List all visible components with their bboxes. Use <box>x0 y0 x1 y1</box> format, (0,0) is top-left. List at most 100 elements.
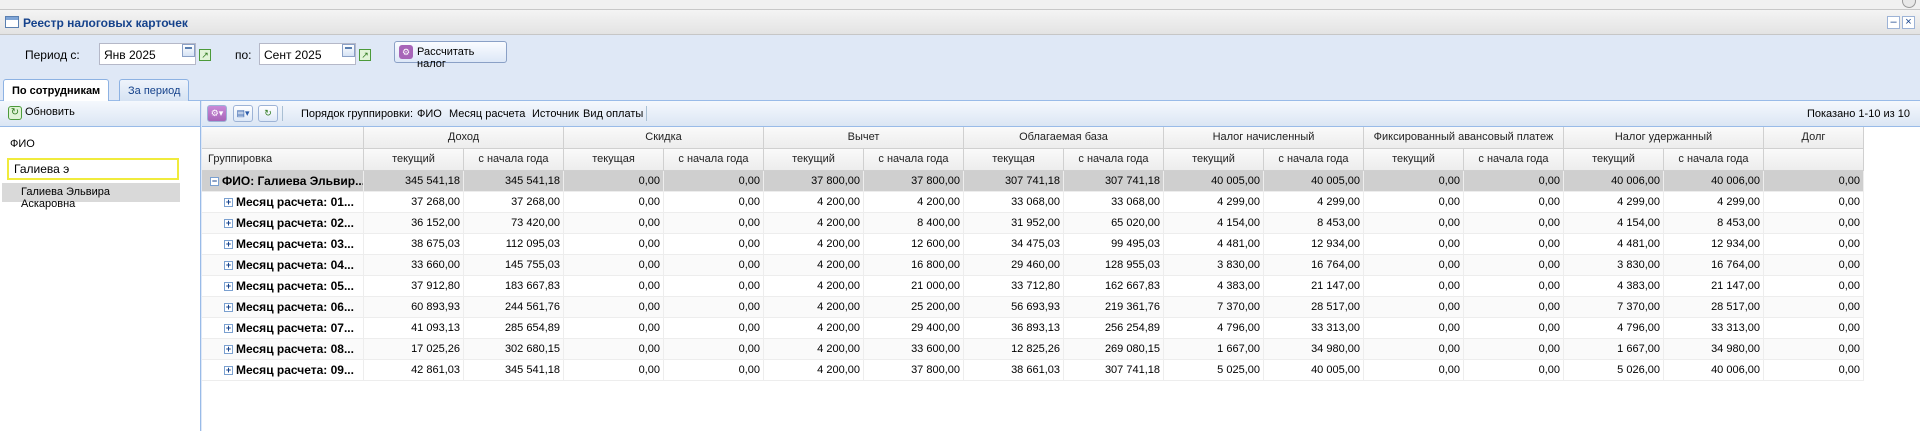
grouping-cell[interactable]: + Месяц расчета: 04... <box>202 255 364 275</box>
grid-toolbar: ⚙▾ ▤▾ ↻ Порядок группировки: ФИО Месяц р… <box>202 101 1920 127</box>
value-cell: 219 361,76 <box>1064 297 1164 317</box>
expand-plus-icon[interactable]: + <box>224 240 233 249</box>
grouping-label: Месяц расчета: 09... <box>236 363 354 377</box>
value-cell: 0,00 <box>1464 318 1564 338</box>
subheader-ytd[interactable]: с начала года <box>1264 149 1364 171</box>
browser-control-icon[interactable] <box>1902 0 1916 8</box>
subheader-ytd[interactable]: с начала года <box>1064 149 1164 171</box>
expand-plus-icon[interactable]: + <box>224 303 233 312</box>
grouping-cell[interactable]: + Месяц расчета: 01... <box>202 192 364 212</box>
calendar-icon[interactable] <box>182 44 195 57</box>
grouping-chip-payment-type[interactable]: Вид оплаты <box>583 108 643 120</box>
value-cell: 8 400,00 <box>864 213 964 233</box>
value-cell: 4 299,00 <box>1264 192 1364 212</box>
value-cell: 60 893,93 <box>364 297 464 317</box>
calendar-pick-icon[interactable]: ↗ <box>359 49 371 61</box>
subheader-ytd[interactable]: с начала года <box>1464 149 1564 171</box>
subheader-current[interactable]: текущая <box>564 149 664 171</box>
grouping-cell[interactable]: − ФИО: Галиева Эльвир... <box>202 171 364 191</box>
table-row[interactable]: + Месяц расчета: 01... 37 268,00 37 268,00 0… <box>202 192 1864 213</box>
value-cell: 37 268,00 <box>464 192 564 212</box>
expand-plus-icon[interactable]: + <box>224 261 233 270</box>
calculate-tax-button[interactable]: ⚙ Рассчитать налог <box>394 41 507 70</box>
value-cell: 37 800,00 <box>864 171 964 191</box>
grouping-chip-source[interactable]: Источник <box>532 108 579 120</box>
table-row[interactable]: + Месяц расчета: 05... 37 912,80 183 667,83… <box>202 276 1864 297</box>
header-deduction[interactable]: Вычет <box>764 127 964 149</box>
subheader-ytd[interactable]: с начала года <box>464 149 564 171</box>
subheader-current[interactable]: текущий <box>1564 149 1664 171</box>
expand-plus-icon[interactable]: + <box>224 324 233 333</box>
tab-by-employees[interactable]: По сотрудникам <box>3 79 110 102</box>
value-cell: 41 093,13 <box>364 318 464 338</box>
value-cell: 65 020,00 <box>1064 213 1164 233</box>
expand-plus-icon[interactable]: + <box>224 345 233 354</box>
grid-group-row[interactable]: − ФИО: Галиева Эльвир... 345 541,18 345 541… <box>202 171 1864 192</box>
value-cell: 0,00 <box>664 234 764 254</box>
value-cell: 21 147,00 <box>1264 276 1364 296</box>
calendar-pick-icon[interactable]: ↗ <box>199 49 211 61</box>
table-row[interactable]: + Месяц расчета: 03... 38 675,03 112 095,03… <box>202 234 1864 255</box>
value-cell: 0,00 <box>664 339 764 359</box>
close-icon[interactable]: × <box>1902 16 1915 29</box>
settings-dropdown-icon[interactable]: ⚙▾ <box>207 105 227 122</box>
value-cell: 0,00 <box>564 255 664 275</box>
value-cell: 345 541,18 <box>464 171 564 191</box>
value-cell: 36 152,00 <box>364 213 464 233</box>
grouping-chip-month[interactable]: Месяц расчета <box>449 108 525 120</box>
grouping-cell[interactable]: + Месяц расчета: 03... <box>202 234 364 254</box>
expand-plus-icon[interactable]: + <box>224 366 233 375</box>
print-dropdown-icon[interactable]: ▤▾ <box>233 105 253 122</box>
subheader-current[interactable]: текущая <box>964 149 1064 171</box>
header-discount[interactable]: Скидка <box>564 127 764 149</box>
subheader-current[interactable]: текущий <box>764 149 864 171</box>
table-row[interactable]: + Месяц расчета: 06... 60 893,93 244 561,76… <box>202 297 1864 318</box>
value-cell: 99 495,03 <box>1064 234 1164 254</box>
grouping-cell[interactable]: + Месяц расчета: 08... <box>202 339 364 359</box>
table-row[interactable]: + Месяц расчета: 09... 42 861,03 345 541,18… <box>202 360 1864 381</box>
subheader-current[interactable]: текущий <box>1164 149 1264 171</box>
header-taxable-base[interactable]: Облагаемая база <box>964 127 1164 149</box>
value-cell: 5 026,00 <box>1564 360 1664 380</box>
tab-for-period[interactable]: За период <box>119 79 190 101</box>
calendar-icon[interactable] <box>342 44 355 57</box>
header-grouping[interactable]: Группировка <box>202 149 364 171</box>
employee-list-item[interactable]: Галиева Эльвира Аскаровна <box>2 183 180 210</box>
grouping-cell[interactable]: + Месяц расчета: 09... <box>202 360 364 380</box>
grouping-cell[interactable]: + Месяц расчета: 05... <box>202 276 364 296</box>
table-row[interactable]: + Месяц расчета: 04... 33 660,00 145 755,03… <box>202 255 1864 276</box>
grouping-cell[interactable]: + Месяц расчета: 02... <box>202 213 364 233</box>
value-cell: 0,00 <box>1764 339 1864 359</box>
table-row[interactable]: + Месяц расчета: 08... 17 025,26 302 680,15… <box>202 339 1864 360</box>
shown-count: Показано 1-10 из 10 <box>1806 108 1910 120</box>
value-cell: 0,00 <box>1364 360 1464 380</box>
employee-search-input[interactable]: Галиева э <box>7 158 179 180</box>
subheader-ytd[interactable]: с начала года <box>1664 149 1764 171</box>
refresh-icon[interactable]: ↻ <box>258 105 278 122</box>
table-row[interactable]: + Месяц расчета: 07... 41 093,13 285 654,89… <box>202 318 1864 339</box>
subheader-current[interactable]: текущий <box>364 149 464 171</box>
expand-plus-icon[interactable]: + <box>224 219 233 228</box>
collapse-minus-icon[interactable]: − <box>210 177 219 186</box>
expand-plus-icon[interactable]: + <box>224 198 233 207</box>
minimize-icon[interactable]: – <box>1887 16 1900 29</box>
tax-cards-window: Реестр налоговых карточек – × Период с: … <box>0 10 1920 431</box>
subheader-ytd[interactable]: с начала года <box>864 149 964 171</box>
grouping-chip-fio[interactable]: ФИО <box>417 108 442 120</box>
header-income[interactable]: Доход <box>364 127 564 149</box>
subheader-ytd[interactable]: с начала года <box>664 149 764 171</box>
expand-plus-icon[interactable]: + <box>224 282 233 291</box>
header-debt[interactable]: Долг <box>1764 127 1864 149</box>
subheader-current[interactable]: текущий <box>1364 149 1464 171</box>
refresh-button[interactable]: ↻ Обновить <box>8 106 75 122</box>
value-cell: 0,00 <box>564 171 664 191</box>
value-cell: 33 068,00 <box>1064 192 1164 212</box>
grouping-cell[interactable]: + Месяц расчета: 07... <box>202 318 364 338</box>
header-tax-withheld[interactable]: Налог удержанный <box>1564 127 1764 149</box>
table-row[interactable]: + Месяц расчета: 02... 36 152,00 73 420,00 0… <box>202 213 1864 234</box>
value-cell: 33 600,00 <box>864 339 964 359</box>
header-fixed-advance[interactable]: Фиксированный авансовый платеж <box>1364 127 1564 149</box>
value-cell: 40 005,00 <box>1264 171 1364 191</box>
header-tax-accrued[interactable]: Налог начисленный <box>1164 127 1364 149</box>
grouping-cell[interactable]: + Месяц расчета: 06... <box>202 297 364 317</box>
